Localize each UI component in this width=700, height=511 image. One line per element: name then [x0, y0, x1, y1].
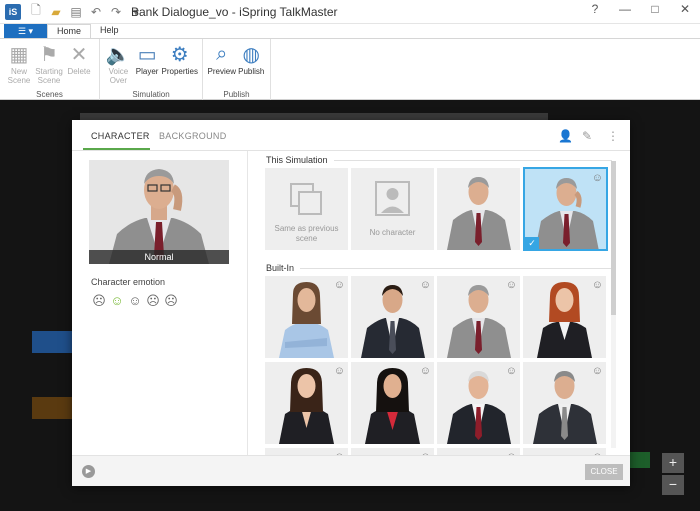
emotion-face-icon[interactable]: ☺ — [420, 365, 431, 377]
magnifier-icon: ⌕ — [216, 42, 228, 65]
ribbon-group-scenes: ▦ New Scene ⚑ Starting Scene ✕ Delete Sc… — [0, 39, 100, 101]
character-option[interactable]: ☺ — [265, 448, 348, 455]
character-option[interactable]: ☺ — [351, 362, 434, 444]
help-button[interactable]: ? — [580, 0, 610, 20]
close-button[interactable]: CLOSE — [585, 464, 623, 480]
dialog-tabs: CHARACTER BACKGROUND 👤 ✎ ⋮ — [72, 120, 630, 151]
scene-node[interactable] — [628, 452, 650, 468]
ribbon: ▦ New Scene ⚑ Starting Scene ✕ Delete Sc… — [0, 38, 700, 101]
character-option[interactable]: ☺ — [437, 362, 520, 444]
emotion-face-icon[interactable]: ☺ — [592, 279, 603, 291]
group-label-scenes: Scenes — [36, 90, 63, 99]
player-icon: ▭ — [137, 43, 157, 66]
ribbon-group-publish: ⌕ Preview ◍ Publish Publish — [203, 39, 271, 101]
character-option[interactable]: ☺ — [523, 276, 606, 358]
tab-help[interactable]: Help — [91, 24, 128, 38]
character-gallery: This Simulation Same as previous scene N… — [249, 151, 630, 455]
emotion-face-icon[interactable]: ☺ — [334, 365, 345, 377]
new-scene-icon: ▦ — [9, 43, 29, 66]
dialog-footer: ▶ CLOSE — [72, 455, 630, 486]
open-folder-icon[interactable]: ▰ — [49, 5, 63, 19]
emotion-sad-icon[interactable]: ☹ — [91, 293, 107, 309]
window-title: Bank Dialogue_vo - iSpring TalkMaster — [131, 5, 338, 19]
new-file-icon[interactable]: 🗋 — [29, 1, 43, 22]
section-this-simulation: This Simulation — [266, 155, 612, 165]
character-option[interactable] — [437, 168, 520, 250]
tab-home[interactable]: Home — [47, 24, 92, 38]
file-menu-button[interactable]: ☰ ▾ — [4, 24, 47, 38]
copy-icon — [290, 183, 322, 215]
emotion-face-icon[interactable]: ☺ — [592, 172, 603, 184]
emotion-picker: ☹ ☺ ☺ ☹ ☹ — [91, 293, 179, 309]
character-option[interactable]: ☺ — [351, 276, 434, 358]
emotion-face-icon[interactable]: ☺ — [592, 365, 603, 377]
emotion-worried-icon[interactable]: ☹ — [145, 293, 161, 309]
character-figure — [109, 169, 209, 264]
quick-access-toolbar: 🗋 ▰ ▤ ↶ ↷ ▾ — [29, 1, 143, 22]
scene-node[interactable] — [32, 331, 72, 353]
scrollbar-thumb[interactable] — [611, 161, 616, 315]
redo-icon[interactable]: ↷ — [109, 5, 123, 19]
tab-character[interactable]: CHARACTER — [91, 131, 150, 141]
undo-icon[interactable]: ↶ — [89, 5, 103, 19]
ribbon-group-simulation: 🔈 Voice Over ▭ Player ⚙ Properties Simul… — [100, 39, 203, 101]
tab-background[interactable]: BACKGROUND — [159, 131, 227, 141]
play-icon[interactable]: ▶ — [82, 465, 95, 478]
app-logo-icon[interactable]: iS — [5, 3, 21, 20]
character-option[interactable]: ☺ — [523, 362, 606, 444]
delete-icon: ✕ — [70, 43, 88, 66]
section-built-in: Built-In — [266, 263, 612, 273]
add-character-icon[interactable]: 👤 — [558, 129, 573, 143]
group-label-simulation: Simulation — [132, 90, 170, 99]
speaker-icon: 🔈 — [105, 43, 131, 66]
character-option-selected[interactable]: ☺ ✓ — [523, 167, 608, 251]
close-window-button[interactable]: ✕ — [670, 0, 700, 20]
emotion-face-icon[interactable]: ☺ — [506, 365, 517, 377]
scene-node[interactable] — [32, 397, 72, 419]
character-thumbnail — [447, 177, 511, 250]
emotion-face-icon[interactable]: ☺ — [420, 279, 431, 291]
group-label-publish: Publish — [223, 90, 250, 99]
no-character-option[interactable]: No character — [351, 168, 434, 250]
gear-icon: ⚙ — [170, 43, 189, 66]
emotion-happy-icon[interactable]: ☺ — [127, 293, 143, 309]
emotion-face-icon[interactable]: ☺ — [334, 279, 345, 291]
globe-icon: ◍ — [242, 43, 260, 66]
no-character-label: No character — [369, 228, 416, 237]
flag-icon: ⚑ — [40, 43, 58, 66]
edit-icon[interactable]: ✎ — [582, 129, 592, 143]
user-placeholder-icon — [375, 181, 410, 216]
window-controls: ? — □ ✕ — [580, 0, 700, 20]
scene-bar — [80, 113, 548, 120]
same-as-previous-scene-option[interactable]: Same as previous scene — [265, 168, 348, 250]
character-option[interactable]: ☺ — [265, 276, 348, 358]
emotion-face-icon[interactable]: ☺ — [506, 279, 517, 291]
same-as-previous-label: Same as previous scene — [274, 224, 339, 243]
emotion-angry-icon[interactable]: ☹ — [163, 293, 179, 309]
zoom-out-button[interactable]: − — [662, 475, 684, 495]
character-option[interactable]: ☺ — [351, 448, 434, 455]
character-preview-pane: Normal Character emotion ☹ ☺ ☺ ☹ ☹ — [72, 151, 248, 455]
checkmark-icon: ✓ — [525, 237, 539, 249]
emotion-normal-icon[interactable]: ☺ — [109, 293, 125, 309]
title-bar: iS 🗋 ▰ ▤ ↶ ↷ ▾ Bank Dialogue_vo - iSprin… — [0, 0, 700, 24]
character-preview: Normal — [89, 160, 229, 264]
active-tab-indicator — [83, 148, 150, 150]
character-option[interactable]: ☺ — [437, 276, 520, 358]
maximize-button[interactable]: □ — [640, 0, 670, 20]
ribbon-tabs: ☰ ▾ Home Help — [0, 24, 700, 38]
minimize-button[interactable]: — — [610, 0, 640, 20]
gallery-scrollbar[interactable] — [611, 161, 616, 448]
more-icon[interactable]: ⋮ — [607, 129, 619, 143]
emotion-label: Character emotion — [91, 277, 166, 287]
save-icon[interactable]: ▤ — [69, 5, 83, 19]
character-option[interactable]: ☺ — [265, 362, 348, 444]
character-option[interactable]: ☺ — [437, 448, 520, 455]
character-option[interactable]: ☺ — [523, 448, 606, 455]
emotion-caption: Normal — [89, 250, 229, 264]
zoom-in-button[interactable]: + — [662, 453, 684, 473]
character-dialog: CHARACTER BACKGROUND 👤 ✎ ⋮ Normal Charac… — [72, 120, 630, 486]
